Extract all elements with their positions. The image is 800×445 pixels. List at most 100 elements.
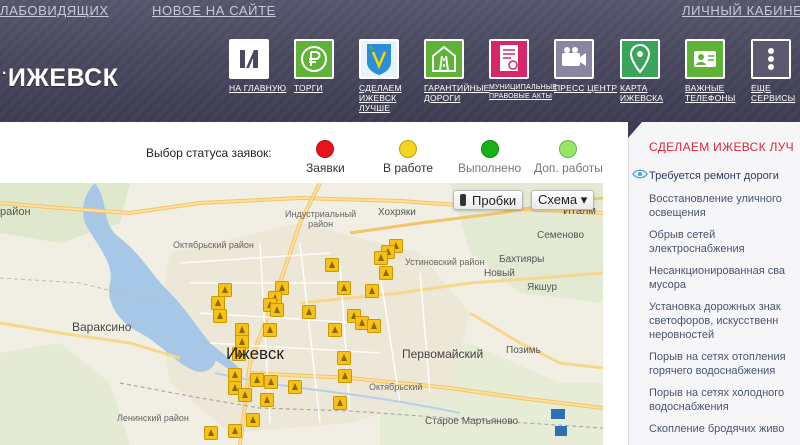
map-label-bakhtiyary: Бахтияры [499,254,545,265]
traffic-light-icon [460,194,466,206]
marker-pin-icon [228,368,242,382]
status-extra-works[interactable]: Доп. работы [534,140,603,175]
map-label-izhevsk: Ижевск [226,344,284,363]
marker-pin-icon [270,303,284,317]
status-extra-works-label: Доп. работы [534,161,603,175]
request-marker[interactable] [250,373,264,387]
nav-press-center[interactable]: ПРЕСС ЦЕНТР [554,39,618,93]
request-marker[interactable] [270,303,284,317]
road-shield-icon [424,39,464,79]
status-in-progress[interactable]: В работе [383,140,433,175]
category-power-break[interactable]: Обрыв сетей электроснабжения [649,228,800,256]
red-dot-icon [316,140,335,158]
marker-pin-icon [213,309,227,323]
category-illegal-dump[interactable]: Несанкционированная сва мусора [649,264,800,292]
marker-pin-icon [263,323,277,337]
map-label-semenovo: Семеново [537,230,585,241]
nav-city-map[interactable]: КАРТА ИЖЕВСКА [620,39,684,103]
marker-pin-icon [264,375,278,389]
request-marker[interactable] [338,369,352,383]
map-label-industrial-text: Индустриальный район [285,209,357,229]
request-marker[interactable] [260,393,274,407]
request-marker[interactable] [288,380,302,394]
request-marker[interactable] [302,305,316,319]
category-road-repair[interactable]: Требуется ремонт дороги [649,169,800,183]
request-marker[interactable] [228,368,242,382]
marker-pin-icon [379,266,393,280]
status-requests-label: Заявки [306,161,345,175]
nav-more-services-label: ЕЩЕ СЕРВИСЫ [751,83,796,103]
marker-pin-icon [338,369,352,383]
category-stray-animals[interactable]: Скопление бродячих живо [649,422,800,436]
map-label-industrial: Индустриальный район [285,209,356,229]
request-marker[interactable] [333,396,347,410]
request-marker[interactable] [325,258,339,272]
request-marker[interactable] [211,296,225,310]
category-heating-leak[interactable]: Порыв на сетях отопления горячего водосн… [649,350,800,378]
more-dots-icon [751,39,791,79]
city-emblem-icon [359,39,399,79]
category-street-lighting[interactable]: Восстановление уличного освещения [649,192,800,220]
request-marker[interactable] [204,426,218,440]
top-link-accessibility[interactable]: ЛАБОВИДЯЩИХ [0,3,109,18]
contact-card-icon [685,39,725,79]
request-marker[interactable] [337,281,351,295]
status-requests[interactable]: Заявки [306,140,345,175]
category-road-signs[interactable]: Установка дорожных знак светофоров, иску… [649,300,800,342]
city-title: ·ИЖЕВСК [2,64,118,93]
request-marker[interactable] [264,375,278,389]
nav-more-services[interactable]: ЕЩЕ СЕРВИСЫ [751,39,800,103]
request-marker[interactable] [365,284,379,298]
scheme-dropdown[interactable]: Схема ▾ [531,190,595,210]
nav-home[interactable]: НА ГЛАВНУЮ [229,39,293,93]
request-marker[interactable] [213,309,227,323]
traffic-button[interactable]: Пробки [453,190,524,210]
home-i-icon [229,39,269,79]
map-label-staroe-martyanovo: Старое Мартьяново [425,416,519,427]
top-link-whats-new[interactable]: НОВОЕ НА САЙТЕ [152,3,276,18]
request-marker[interactable] [337,351,351,365]
request-marker[interactable] [367,319,381,333]
nav-phones-label: ВАЖНЫЕ ТЕЛЕФОНЫ [685,83,736,103]
nav-city-map-label: КАРТА ИЖЕВСКА [620,83,664,103]
request-marker[interactable] [379,266,393,280]
marker-pin-icon [337,351,351,365]
scheme-label: Схема ▾ [538,192,588,207]
request-marker[interactable] [263,323,277,337]
map-label-oktyabrsky-top: Октябрьский район [173,240,254,250]
request-marker[interactable] [246,413,260,427]
request-marker[interactable] [328,323,342,337]
yellow-dot-icon [399,140,417,158]
nav-legal-acts[interactable]: МУНИЦИПАЛЬНЫЕ ПРАВОВЫЕ АКТЫ [489,39,558,101]
nav-warranty-roads-label: ГАРАНТИЙНЫЕ ДОРОГИ [424,83,490,103]
light-green-dot-icon [559,140,578,158]
document-stamp-icon [489,39,529,79]
marker-pin-icon [211,296,225,310]
nav-make-better[interactable]: СДЕЛАЕМ ИЖЕВСК ЛУЧШЕ [359,39,423,113]
marker-pin-icon [288,380,302,394]
nav-press-center-label: ПРЕСС ЦЕНТР [554,83,618,93]
category-cold-water-leak[interactable]: Порыв на сетях холодного водоснабжения [649,386,800,414]
title-ornament: · [2,65,8,82]
eye-icon [632,169,648,179]
nav-phones[interactable]: ВАЖНЫЕ ТЕЛЕФОНЫ [685,39,749,103]
status-in-progress-label: В работе [383,161,434,175]
marker-pin-icon [365,284,379,298]
map-label-pozim: Позимь [506,345,541,356]
nav-legal-acts-label: МУНИЦИПАЛЬНЫЕ ПРАВОВЫЕ АКТЫ [489,84,558,100]
status-done[interactable]: Выполнено [458,140,521,175]
request-marker[interactable] [228,424,242,438]
request-marker[interactable] [374,251,388,265]
nav-tenders[interactable]: ТОРГИ [294,39,358,93]
request-marker[interactable] [218,283,232,297]
map-label-leninsky: Ленинский район [117,413,189,423]
marker-pin-icon [260,393,274,407]
map-label-yakshur: Якшур [527,282,558,293]
marker-pin-icon [204,426,218,440]
traffic-label: Пробки [472,192,517,208]
requests-map[interactable]: Индустриальный район Октябрьский район Х… [0,183,603,445]
nav-warranty-roads[interactable]: ГАРАНТИЙНЫЕ ДОРОГИ [424,39,490,103]
request-marker[interactable] [238,388,252,402]
top-link-cabinet[interactable]: ЛИЧНЫЙ КАБИНЕТ ( [682,3,800,18]
nav-make-better-label: СДЕЛАЕМ ИЖЕВСК ЛУЧШЕ [359,83,402,113]
